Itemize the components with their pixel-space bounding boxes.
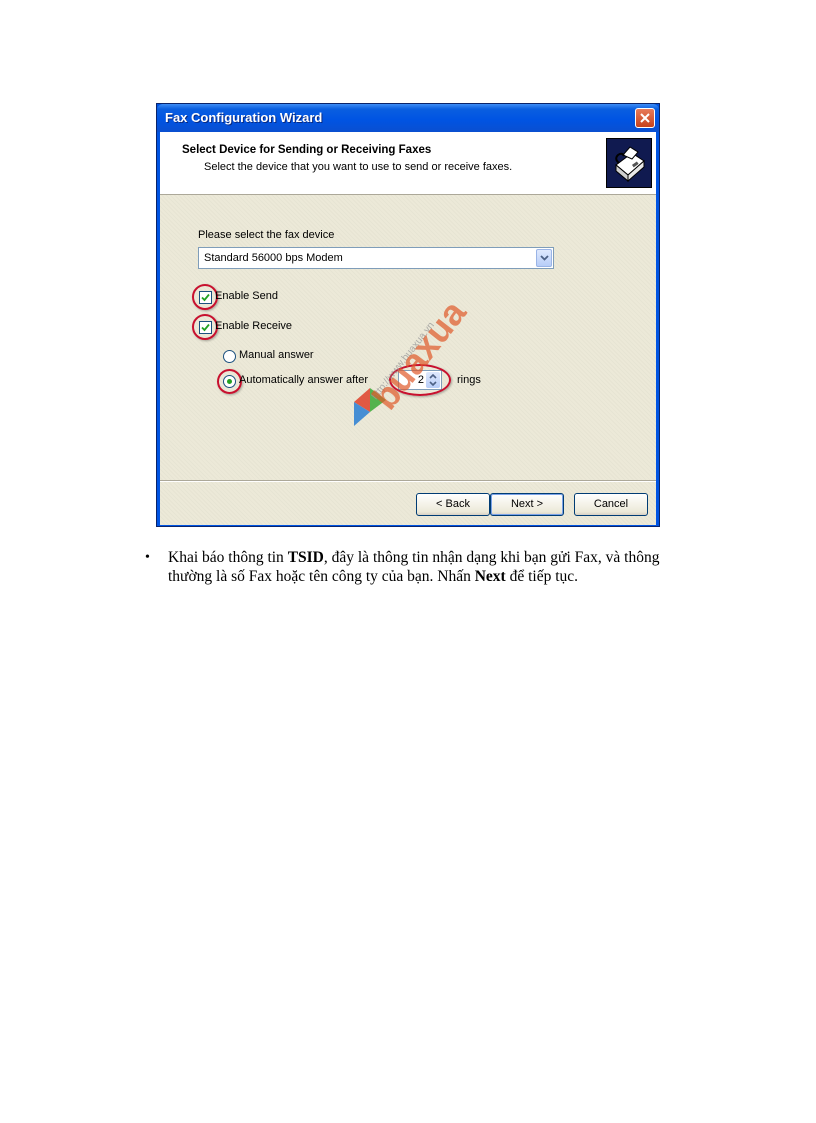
fax-device-value: Standard 56000 bps Modem [204, 252, 343, 264]
instruction-paragraph: • Khai báo thông tin TSID, đây là thông … [145, 548, 705, 586]
back-button[interactable]: < Back [416, 493, 490, 516]
title-bar: Fax Configuration Wizard [157, 104, 659, 132]
wizard-screenshot: Fax Configuration Wizard Select Device f… [156, 103, 660, 527]
enable-receive-label: Enable Receive [215, 320, 293, 332]
caption-text: Khai báo thông tin [168, 549, 288, 566]
manual-answer-radio[interactable] [223, 350, 236, 363]
chevron-down-icon [540, 255, 549, 261]
instruction-text: Khai báo thông tin TSID, đây là thông ti… [168, 548, 705, 586]
caption-bold-tsid: TSID [287, 549, 324, 566]
caption-bold-next: Next [474, 568, 506, 585]
wizard-dialog: Select Device for Sending or Receiving F… [160, 132, 656, 525]
close-button[interactable] [635, 108, 655, 128]
next-button[interactable]: Next > [490, 493, 564, 516]
manual-answer-label: Manual answer [239, 349, 314, 361]
header-title: Select Device for Sending or Receiving F… [182, 144, 432, 156]
enable-send-label: Enable Send [215, 290, 278, 302]
cancel-button[interactable]: Cancel [574, 493, 648, 516]
bullet-icon: • [145, 550, 150, 565]
watermark: http://www.buaxua.vn buaxua [340, 202, 510, 432]
caption-text: để tiếp tục. [505, 568, 579, 585]
window-title: Fax Configuration Wizard [165, 110, 323, 125]
footer-divider [160, 480, 656, 482]
dropdown-button[interactable] [536, 249, 552, 267]
device-label: Please select the fax device [198, 229, 335, 241]
header-subtitle: Select the device that you want to use t… [204, 161, 513, 173]
close-icon [640, 113, 650, 123]
wizard-header: Select Device for Sending or Receiving F… [160, 132, 656, 195]
watermark-brand: buaxua [364, 292, 475, 417]
fax-machine-icon [606, 138, 652, 188]
